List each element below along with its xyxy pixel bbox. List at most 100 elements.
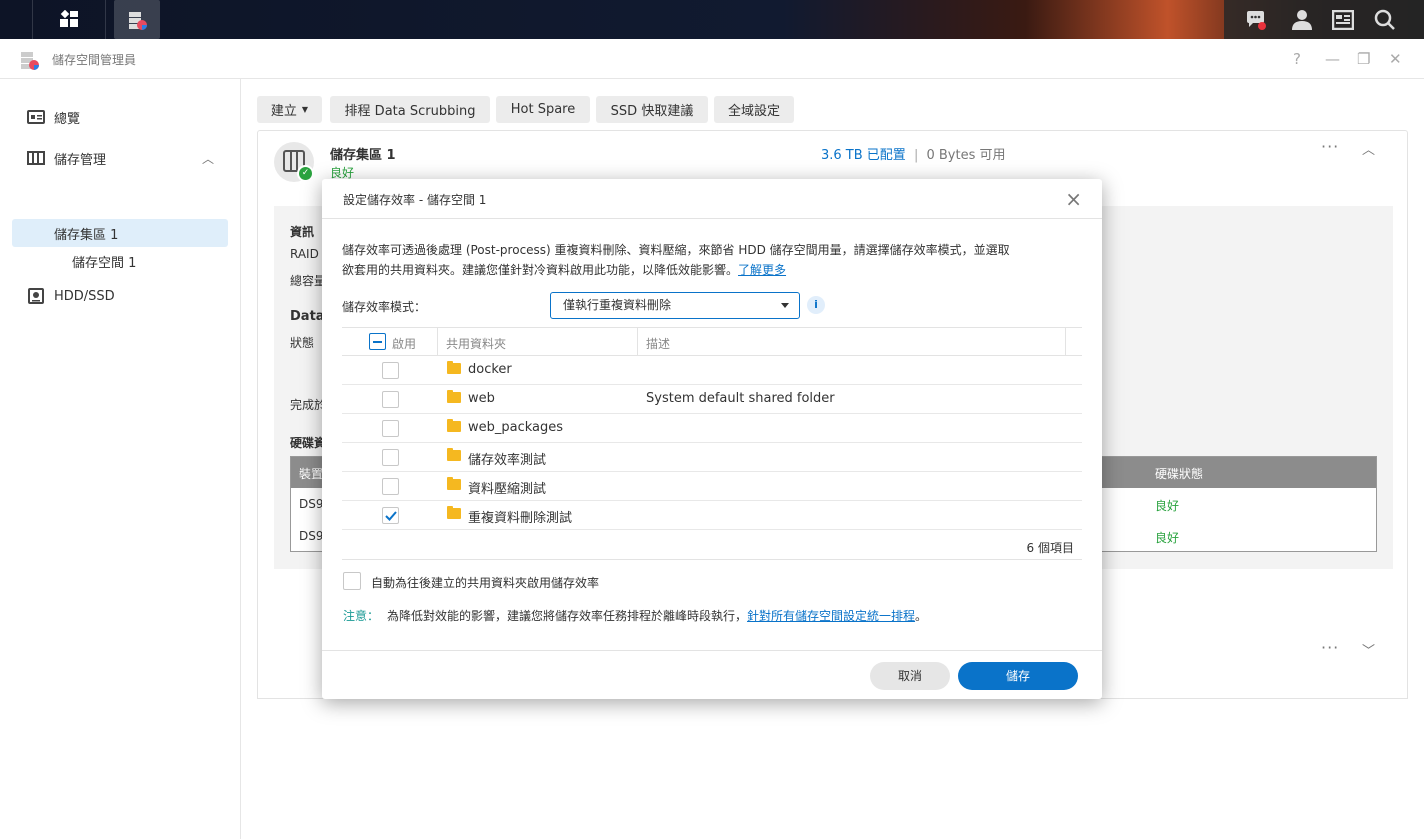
sidebar-item-hdd-ssd[interactable]: HDD/SSD <box>12 282 228 310</box>
sidebar-item-pool-1[interactable]: 儲存集區 1 <box>12 219 228 247</box>
more-options-icon[interactable]: ··· <box>1321 638 1339 657</box>
table-row[interactable]: 儲存效率測試 <box>342 443 1082 472</box>
checkmark-icon <box>385 511 397 521</box>
save-button[interactable]: 儲存 <box>958 662 1078 690</box>
sidebar-item-storage[interactable]: 儲存管理 ︿ <box>12 144 228 172</box>
maximize-icon[interactable]: ❐ <box>1357 50 1370 68</box>
learn-more-link[interactable]: 了解更多 <box>738 263 786 277</box>
taskbar-tray <box>1224 0 1424 39</box>
raid-label: RAID <box>290 247 319 261</box>
grid-footer: 6 個項目 <box>342 530 1082 560</box>
note-text: 注意： 為降低對效能的影響，建議您將儲存效率任務排程於離峰時段執行，針對所有儲存空… <box>343 607 927 624</box>
capacity-label: 總容量 <box>290 274 327 288</box>
pool-title: 儲存集區 1 <box>330 148 396 163</box>
folder-icon <box>447 390 461 403</box>
column-divider <box>437 328 438 356</box>
pool-available: 0 Bytes 可用 <box>926 148 1006 163</box>
item-count: 6 個項目 <box>1026 541 1074 555</box>
sidebar-item-volume-1[interactable]: 儲存空間 1 <box>12 247 228 275</box>
info-heading: 資訊 <box>290 225 315 239</box>
sidebar: 總覽 儲存管理 ︿ 儲存集區 1 儲存空間 1 HDD/SSD <box>0 79 241 839</box>
enable-checkbox[interactable] <box>382 362 399 379</box>
note-end: 。 <box>915 609 928 623</box>
sidebar-item-overview[interactable]: 總覽 <box>12 103 228 131</box>
dialog-footer: 取消 儲存 <box>322 650 1102 699</box>
grid-header: 啟用 共用資料夾 描述 <box>342 327 1082 356</box>
enable-checkbox[interactable] <box>382 391 399 408</box>
data-scrubbing-button[interactable]: 排程 Data Scrubbing <box>330 96 490 123</box>
pool-icon: ✓ <box>274 142 314 182</box>
capacity-separator: | <box>913 148 919 163</box>
note-label: 注意： <box>343 609 380 623</box>
disk-device: DS9 <box>299 497 324 511</box>
table-row[interactable]: 重複資料刪除測試 <box>342 501 1082 530</box>
enable-checkbox[interactable] <box>382 449 399 466</box>
info-icon[interactable]: i <box>807 296 825 314</box>
enable-checkbox[interactable] <box>382 507 399 524</box>
messages-button[interactable] <box>1234 0 1278 39</box>
folder-name: 資料壓縮測試 <box>468 482 547 497</box>
search-button[interactable] <box>1364 0 1406 39</box>
col-shared-folder[interactable]: 共用資料夾 <box>446 335 506 352</box>
taskbar-separator <box>105 0 106 39</box>
col-device: 裝置 <box>299 467 324 481</box>
user-icon <box>1292 9 1312 30</box>
search-icon <box>1374 9 1395 30</box>
sidebar-item-label: 總覽 <box>54 111 81 127</box>
global-settings-button[interactable]: 全域設定 <box>714 96 794 123</box>
dialog-header: 設定儲存效率 - 儲存空間 1 × <box>322 179 1102 219</box>
folder-name: 重複資料刪除測試 <box>468 511 573 526</box>
folder-name: docker <box>468 362 512 377</box>
enable-checkbox[interactable] <box>382 420 399 437</box>
auto-enable-checkbox[interactable] <box>343 572 361 590</box>
minimize-icon[interactable]: — <box>1325 50 1340 68</box>
col-enable: 啟用 <box>392 337 417 351</box>
create-button[interactable]: 建立 ▼ <box>257 96 322 123</box>
more-options-icon[interactable]: ··· <box>1321 137 1339 156</box>
caret-down-icon <box>781 303 789 308</box>
table-row[interactable]: web System default shared folder <box>342 385 1082 414</box>
pool-allocated: 3.6 TB 已配置 <box>821 148 906 163</box>
storage-manager-taskbar-button[interactable] <box>114 0 160 39</box>
widgets-button[interactable] <box>1322 0 1364 39</box>
healthy-check-icon: ✓ <box>297 165 314 182</box>
indeterminate-icon <box>373 341 382 343</box>
hot-spare-button[interactable]: Hot Spare <box>496 96 590 123</box>
shared-folder-grid: 啟用 共用資料夾 描述 docker web System default sh… <box>342 327 1082 560</box>
user-button[interactable] <box>1282 0 1322 39</box>
storage-manager-app-icon <box>21 52 39 70</box>
create-button-label: 建立 <box>270 104 297 119</box>
folder-icon <box>447 361 461 374</box>
chevron-up-icon[interactable]: ︿ <box>202 150 214 167</box>
chat-bubble-icon <box>1247 10 1266 30</box>
col-description[interactable]: 描述 <box>646 335 670 352</box>
help-icon[interactable]: ? <box>1293 50 1301 68</box>
enable-checkbox[interactable] <box>382 478 399 495</box>
window-titlebar: 儲存空間管理員 ? — ❐ ✕ <box>0 39 1424 79</box>
table-row[interactable]: web_packages <box>342 414 1082 443</box>
folder-description: System default shared folder <box>646 391 835 406</box>
data-scrubbing-heading: Data <box>290 309 325 324</box>
chevron-up-icon[interactable]: ︿ <box>1362 139 1375 158</box>
dialog-title: 設定儲存效率 - 儲存空間 1 <box>343 193 487 207</box>
close-icon[interactable]: × <box>1065 187 1082 211</box>
chevron-down-icon[interactable]: ﹀ <box>1362 640 1375 659</box>
ssd-cache-advisor-button[interactable]: SSD 快取建議 <box>596 96 708 123</box>
unified-schedule-link[interactable]: 針對所有儲存空間設定統一排程 <box>747 609 915 623</box>
select-all-checkbox[interactable] <box>369 333 386 350</box>
storage-efficiency-dialog: 設定儲存效率 - 儲存空間 1 × 儲存效率可透過後處理 (Post-proce… <box>322 179 1102 699</box>
disk-device: DS9 <box>299 529 324 543</box>
efficiency-mode-select[interactable]: 僅執行重複資料刪除 <box>550 292 800 319</box>
table-row[interactable]: docker <box>342 356 1082 385</box>
close-icon[interactable]: ✕ <box>1389 50 1402 68</box>
main-menu-button[interactable] <box>33 0 105 39</box>
cancel-button[interactable]: 取消 <box>870 662 950 690</box>
folder-icon <box>447 419 461 432</box>
column-divider <box>637 328 638 356</box>
table-row[interactable]: 資料壓縮測試 <box>342 472 1082 501</box>
desktop-taskbar <box>0 0 1424 39</box>
auto-enable-label: 自動為往後建立的共用資料夾啟用儲存效率 <box>371 576 600 590</box>
status-label: 狀態 <box>290 336 315 350</box>
column-divider <box>1065 328 1066 356</box>
efficiency-mode-label: 儲存效率模式： <box>342 300 427 314</box>
